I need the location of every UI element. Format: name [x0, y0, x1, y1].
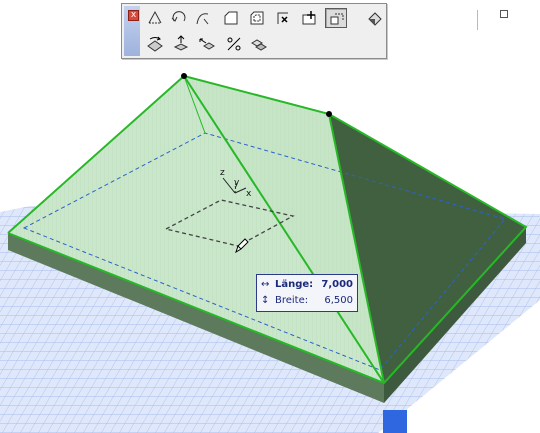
origin-marker [383, 410, 407, 433]
3d-viewport[interactable]: z y x [0, 0, 540, 433]
dimension-tracker: ↔ Länge: 7,000 ↕ Breite: 6,500 [256, 274, 358, 312]
curved-roof-icon[interactable] [192, 8, 214, 28]
axis-z-label: z [220, 168, 225, 178]
ridge-point-left[interactable] [181, 73, 187, 79]
toolbar-separator [477, 10, 478, 30]
roof-edit-toolbar: x [121, 3, 508, 59]
arc-roof-icon[interactable] [168, 8, 190, 28]
horizontal-arrow-icon: ↔ [261, 279, 270, 290]
width-label: Breite: [275, 295, 309, 306]
width-value[interactable]: 6,500 [324, 295, 353, 306]
offset-roof-icon[interactable] [246, 8, 268, 28]
ridge-point-right[interactable] [326, 111, 332, 117]
elevate-icon[interactable] [170, 34, 192, 54]
delete-vertex-icon[interactable] [272, 8, 294, 28]
vertical-arrow-icon: ↕ [261, 295, 270, 306]
add-vertex-icon[interactable] [298, 8, 320, 28]
paint-bucket-icon[interactable] [364, 8, 386, 28]
tracker-width-row: ↕ Breite: 6,500 [261, 295, 355, 309]
toolbar-menu-icon[interactable] [500, 10, 508, 18]
rotate-icon[interactable] [144, 34, 166, 54]
pyramid-icon[interactable] [144, 8, 166, 28]
multiply-icon[interactable] [248, 34, 270, 54]
axis-x-label: x [246, 189, 252, 199]
move-icon[interactable] [196, 34, 218, 54]
axis-y-label: y [234, 178, 240, 188]
tracker-length-row: ↔ Länge: 7,000 [261, 279, 355, 293]
length-value[interactable]: 7,000 [321, 279, 353, 290]
percent-slope-icon[interactable] [223, 34, 245, 54]
polygon-roof-icon[interactable] [220, 8, 242, 28]
toolbar-handle[interactable]: x [124, 6, 140, 56]
length-label: Länge: [275, 279, 314, 290]
close-icon[interactable]: x [128, 10, 139, 21]
select-roof-icon[interactable] [325, 8, 347, 28]
